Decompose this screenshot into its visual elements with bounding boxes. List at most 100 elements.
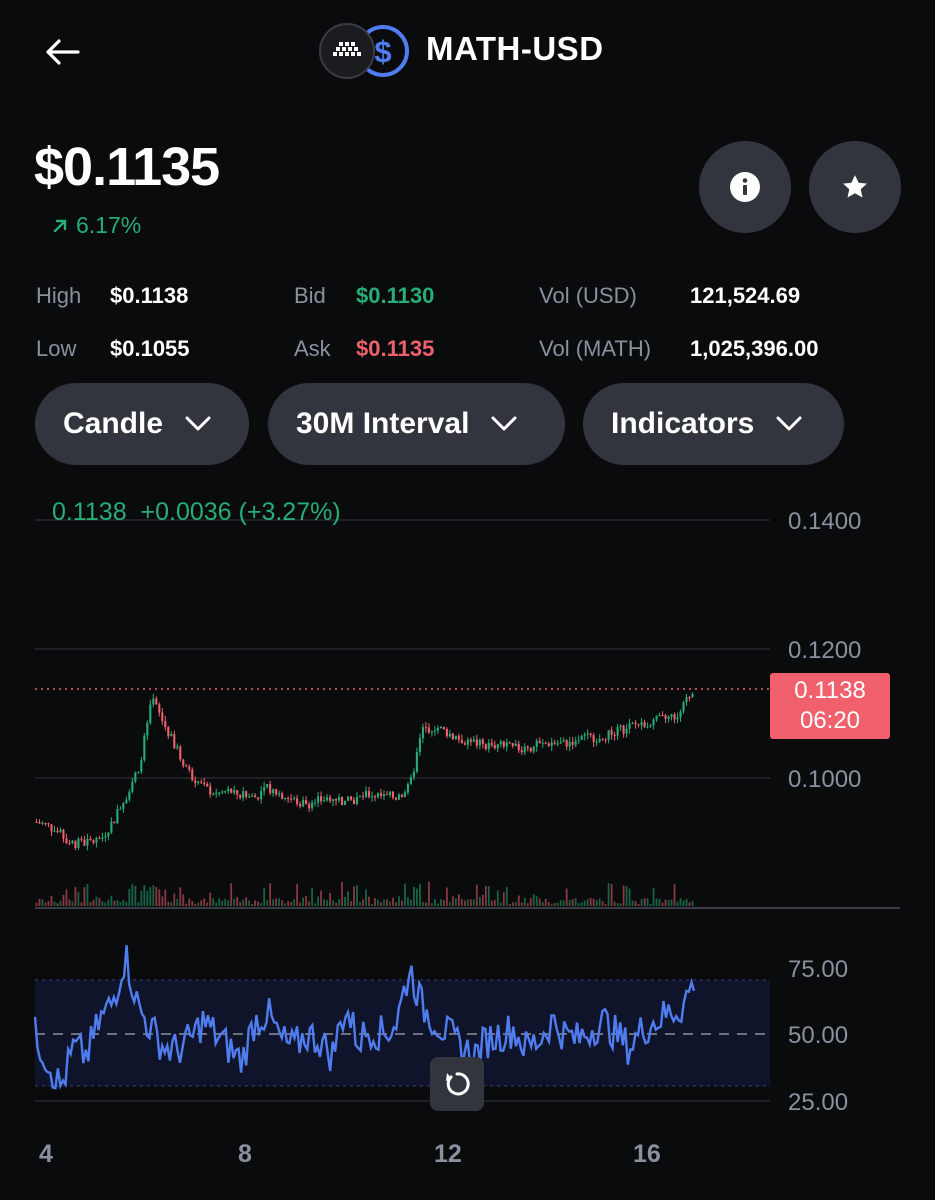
candle-body bbox=[424, 727, 427, 729]
candle-body bbox=[346, 796, 350, 801]
candle-body bbox=[305, 800, 308, 805]
volume-bar bbox=[116, 899, 119, 906]
volume-bar bbox=[475, 884, 478, 906]
volume-bar bbox=[65, 889, 68, 906]
candle-body bbox=[314, 802, 317, 804]
volume-bar bbox=[622, 885, 625, 906]
volume-bar bbox=[523, 897, 526, 906]
volume-bar bbox=[505, 887, 508, 906]
volume-bar bbox=[119, 901, 122, 906]
volume-bar bbox=[466, 899, 469, 906]
volume-bar bbox=[673, 884, 676, 906]
candle-body bbox=[499, 741, 502, 745]
volume-bar bbox=[365, 889, 367, 906]
volume-bar bbox=[688, 902, 691, 906]
volume-bar bbox=[305, 895, 307, 906]
candle-body bbox=[373, 796, 377, 798]
volume-bar bbox=[619, 903, 622, 906]
volume-bar bbox=[323, 899, 325, 906]
candle-body bbox=[667, 716, 670, 719]
candle-body bbox=[287, 798, 290, 800]
volume-bar bbox=[155, 887, 158, 906]
volume-bar bbox=[425, 902, 427, 906]
candle-body bbox=[263, 787, 266, 792]
volume-bar bbox=[586, 899, 589, 906]
candle-body bbox=[391, 791, 395, 798]
volume-bar bbox=[661, 902, 664, 906]
chevron-down-icon bbox=[185, 416, 211, 431]
volume-bar bbox=[77, 892, 80, 906]
volume-bar bbox=[410, 899, 412, 906]
candle-body bbox=[334, 799, 338, 801]
volume-bar bbox=[655, 898, 658, 906]
volume-bar bbox=[682, 900, 685, 906]
candle-body bbox=[625, 728, 628, 734]
candle-body bbox=[547, 743, 550, 746]
candle-body bbox=[388, 791, 392, 796]
price-change: 6.17% bbox=[52, 212, 141, 239]
svg-text:$: $ bbox=[374, 34, 391, 69]
candle-body bbox=[197, 781, 200, 784]
volume-bar bbox=[574, 898, 577, 906]
indicators-dropdown[interactable]: Indicators bbox=[583, 383, 844, 465]
volume-bar bbox=[326, 900, 328, 906]
volume-bar bbox=[173, 893, 176, 906]
rsi-axis-label: 50.00 bbox=[788, 1022, 848, 1049]
candle-body bbox=[137, 771, 140, 773]
volume-bar bbox=[395, 902, 397, 906]
volume-bar bbox=[329, 893, 331, 906]
ask-value: $0.1135 bbox=[356, 336, 435, 361]
volume-bar bbox=[439, 899, 442, 906]
back-button[interactable] bbox=[36, 28, 88, 76]
candle-body bbox=[583, 734, 586, 737]
candle-body bbox=[370, 796, 374, 798]
candle-body bbox=[361, 795, 365, 797]
volume-bar bbox=[652, 887, 655, 906]
volume-bar bbox=[176, 899, 179, 906]
watchlist-star-button[interactable] bbox=[809, 141, 901, 233]
volume-bar bbox=[577, 903, 580, 906]
candle-body bbox=[340, 797, 344, 806]
volume-bar bbox=[134, 885, 137, 906]
volume-bar bbox=[215, 902, 218, 906]
volume-bar bbox=[691, 900, 694, 906]
star-icon bbox=[843, 175, 867, 198]
candle-body bbox=[649, 725, 652, 727]
candle-body bbox=[164, 721, 167, 728]
volume-bar bbox=[188, 898, 191, 906]
indicators-label: Indicators bbox=[611, 407, 755, 440]
volume-bar bbox=[610, 883, 613, 906]
chart-type-dropdown[interactable]: Candle bbox=[35, 383, 249, 465]
volume-bar bbox=[296, 883, 299, 906]
volume-bar bbox=[278, 898, 281, 906]
volume-bar bbox=[604, 903, 607, 906]
volume-bar bbox=[356, 885, 358, 906]
date-axis-label: 8 bbox=[238, 1140, 252, 1168]
volume-bar bbox=[254, 900, 257, 906]
candle-body bbox=[161, 712, 164, 722]
candle-body bbox=[682, 702, 685, 712]
candle-body bbox=[562, 740, 565, 743]
volume-bar bbox=[221, 900, 224, 906]
candle-body bbox=[227, 788, 230, 792]
candle-body bbox=[185, 765, 188, 767]
volume-bar bbox=[559, 900, 562, 906]
pair-title: MATH-USD bbox=[426, 30, 604, 67]
volume-bar bbox=[371, 903, 373, 906]
candle-body bbox=[622, 725, 625, 734]
volume-bar bbox=[83, 887, 86, 906]
candle-body bbox=[290, 798, 293, 800]
volume-bar bbox=[556, 902, 559, 906]
volume-bar bbox=[200, 900, 203, 906]
candle-body bbox=[116, 809, 119, 824]
reset-chart-button[interactable] bbox=[430, 1057, 484, 1111]
candle-body bbox=[152, 698, 155, 705]
info-button[interactable] bbox=[699, 141, 791, 233]
interval-dropdown[interactable]: 30M Interval bbox=[268, 383, 565, 465]
volume-bar bbox=[481, 894, 484, 906]
volume-bar bbox=[362, 899, 364, 906]
candle-body bbox=[320, 796, 323, 802]
candle-body bbox=[448, 733, 451, 737]
candle-body bbox=[442, 726, 445, 729]
volume-bar bbox=[74, 886, 77, 906]
